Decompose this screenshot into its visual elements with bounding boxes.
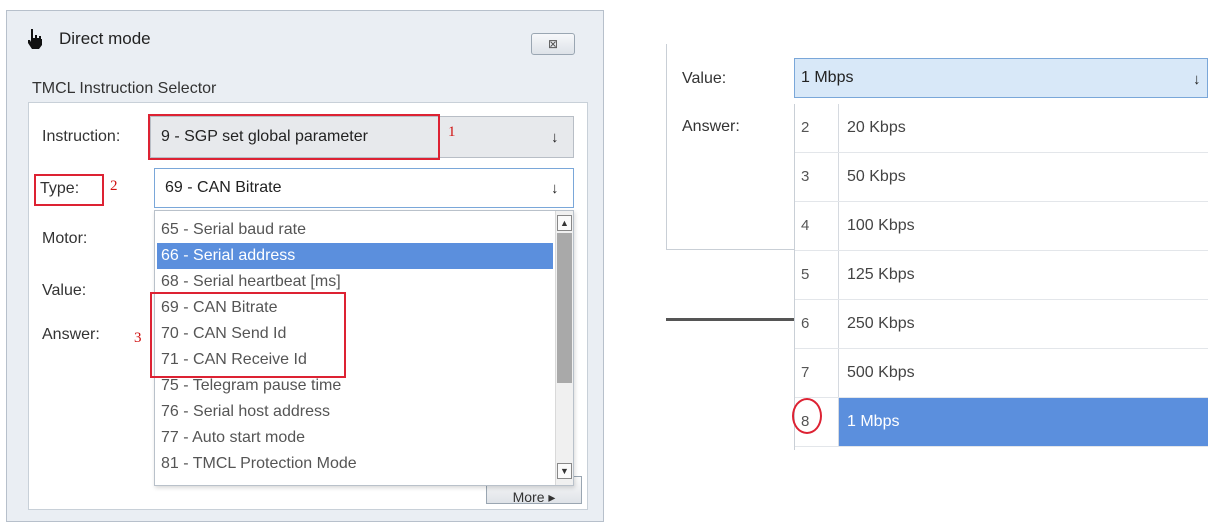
annotation-box-type <box>34 174 104 206</box>
hand-pointer-icon <box>28 29 42 49</box>
option-index: 5 <box>795 251 839 299</box>
dropdown-item[interactable]: 81 - TMCL Protection Mode <box>157 451 553 477</box>
dropdown-item[interactable]: 65 - Serial baud rate <box>157 217 553 243</box>
option-label: 250 Kbps <box>847 315 915 332</box>
title-bar: Direct mode ⊠ <box>7 11 603 65</box>
annotation-number: 3 <box>134 330 142 346</box>
value-select[interactable]: 1 Mbps ↓ <box>794 58 1208 98</box>
motor-label: Motor: <box>42 230 88 247</box>
list-item[interactable]: 6 250 Kbps <box>795 300 1208 349</box>
option-label: 125 Kbps <box>847 266 915 283</box>
dropdown-item[interactable]: 76 - Serial host address <box>157 399 553 425</box>
more-label: More ▸ <box>512 489 556 504</box>
list-item[interactable]: 5 125 Kbps <box>795 251 1208 300</box>
option-label: 50 Kbps <box>847 168 906 185</box>
option-label: 100 Kbps <box>847 217 915 234</box>
annotation-box-can <box>150 292 346 378</box>
answer-label: Answer: <box>42 326 100 343</box>
option-index: 2 <box>795 104 839 152</box>
value-dropdown-list[interactable]: 2 20 Kbps 3 50 Kbps 4 100 Kbps 5 125 Kbp… <box>794 104 1208 450</box>
scroll-down-icon[interactable]: ▼ <box>557 463 572 479</box>
type-value: 69 - CAN Bitrate <box>165 179 282 196</box>
close-icon: ⊠ <box>547 37 559 51</box>
selector-label: TMCL Instruction Selector <box>32 80 217 97</box>
annotation-number: 2 <box>110 178 118 194</box>
down-arrow-icon: ↓ <box>551 129 559 146</box>
close-button[interactable]: ⊠ <box>531 33 575 55</box>
scroll-thumb[interactable] <box>557 233 572 383</box>
down-arrow-icon: ↓ <box>1193 71 1201 88</box>
list-item-selected[interactable]: 8 1 Mbps <box>795 398 1208 447</box>
dropdown-item[interactable]: 77 - Auto start mode <box>157 425 553 451</box>
value-selected: 1 Mbps <box>801 69 854 86</box>
window-title: Direct mode <box>59 29 151 48</box>
value-label: Value: <box>682 70 727 87</box>
option-index: 4 <box>795 202 839 250</box>
list-item[interactable]: 4 100 Kbps <box>795 202 1208 251</box>
dropdown-item-selected[interactable]: 66 - Serial address <box>157 243 553 269</box>
separator <box>666 318 794 321</box>
option-index: 6 <box>795 300 839 348</box>
option-index: 3 <box>795 153 839 201</box>
option-label: 1 Mbps <box>847 413 900 430</box>
list-item[interactable]: 2 20 Kbps <box>795 104 1208 153</box>
type-select[interactable]: 69 - CAN Bitrate ↓ <box>154 168 574 208</box>
instruction-label: Instruction: <box>42 128 121 145</box>
down-arrow-icon: ↓ <box>551 180 559 197</box>
annotation-number: 1 <box>448 124 456 140</box>
list-item[interactable]: 3 50 Kbps <box>795 153 1208 202</box>
value-label: Value: <box>42 282 87 299</box>
dropdown-scrollbar[interactable]: ▲ ▼ <box>555 211 573 485</box>
option-label: 500 Kbps <box>847 364 915 381</box>
list-item[interactable]: 7 500 Kbps <box>795 349 1208 398</box>
annotation-circle <box>792 398 822 434</box>
annotation-box-instruction <box>148 114 440 160</box>
option-label: 20 Kbps <box>847 119 906 136</box>
option-index: 7 <box>795 349 839 397</box>
scroll-up-icon[interactable]: ▲ <box>557 215 572 231</box>
answer-label: Answer: <box>682 118 740 135</box>
